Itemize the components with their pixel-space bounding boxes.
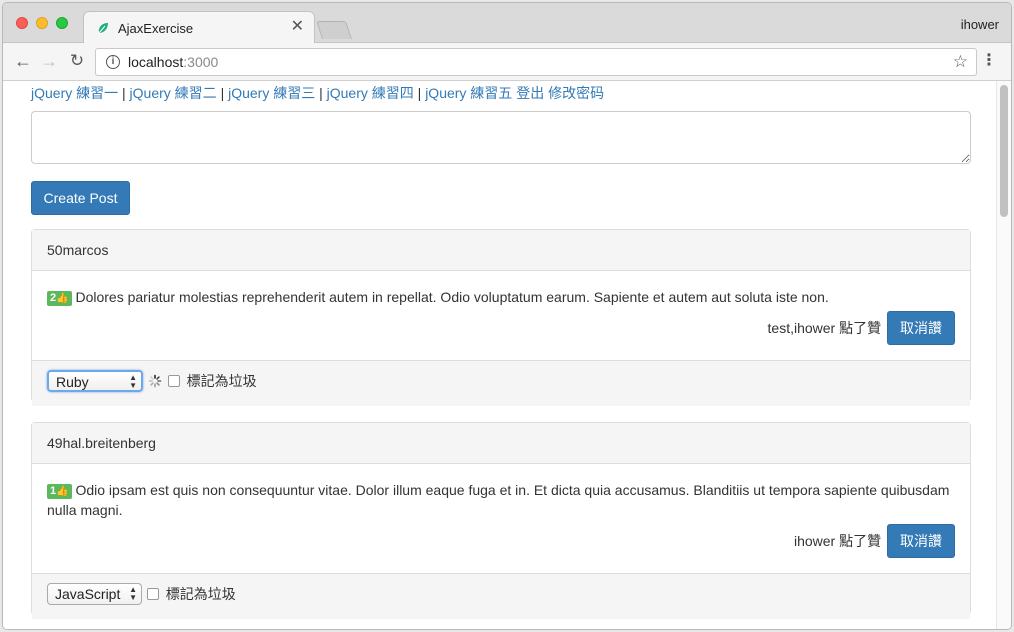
category-selected-value: Ruby (56, 374, 89, 390)
browser-tab[interactable]: AjaxExercise ✕ (83, 11, 315, 44)
new-tab-button[interactable] (316, 21, 352, 39)
post-content-input[interactable] (31, 111, 971, 164)
nav-separator: | (220, 85, 225, 101)
mark-spam-label[interactable]: 標記為垃圾 (187, 371, 257, 391)
scrollbar-thumb[interactable] (1000, 85, 1008, 217)
page-content: jQuery 練習一 | jQuery 練習二 | jQuery 練習三 | j… (3, 81, 997, 629)
nav-link-jquery-2[interactable]: jQuery 練習二 (130, 85, 217, 101)
thumbs-up-icon: 👍 (56, 486, 69, 497)
mark-spam-label[interactable]: 標記為垃圾 (166, 584, 236, 604)
nav-separator: | (319, 85, 323, 101)
page-scrollbar[interactable] (996, 81, 1011, 629)
change-password-link[interactable]: 修改密码 (548, 85, 604, 101)
post-author: 50marcos (32, 230, 970, 271)
post-panel: 49hal.breitenberg 1👍 Odio ipsam est quis… (31, 422, 971, 619)
browser-window: AjaxExercise ✕ ihower ← → ↻ i localhost:… (2, 2, 1012, 630)
url-host: localhost (128, 54, 184, 70)
tab-title: AjaxExercise (118, 21, 194, 36)
category-selected-value: JavaScript (55, 586, 121, 602)
post-text-line: 1👍 Odio ipsam est quis non consequuntur … (47, 480, 955, 520)
address-bar[interactable]: i localhost:3000 ☆ (95, 48, 977, 76)
logout-link[interactable]: 登出 (516, 85, 544, 101)
post-text-line: 2👍 Dolores pariatur molestias reprehende… (47, 287, 955, 307)
mark-spam-checkbox[interactable] (167, 375, 180, 387)
select-arrows-icon: ▲ ▼ (129, 585, 137, 602)
window-maximize-button[interactable] (56, 17, 68, 29)
tab-close-icon[interactable]: ✕ (291, 18, 304, 36)
liked-by-text: test,ihower 點了贊 (767, 320, 882, 336)
url-port: :3000 (183, 54, 219, 70)
post-text: Odio ipsam est quis non consequuntur vit… (47, 482, 950, 518)
create-post-button[interactable]: Create Post (31, 181, 130, 215)
nav-link-jquery-3[interactable]: jQuery 練習三 (228, 85, 315, 101)
nav-link-jquery-5[interactable]: jQuery 練習五 (425, 85, 512, 101)
category-select[interactable]: Ruby ▲ ▼ (47, 370, 143, 392)
mark-spam-checkbox[interactable] (146, 588, 159, 600)
loading-spinner-icon (148, 374, 162, 388)
post-body: 1👍 Odio ipsam est quis non consequuntur … (32, 464, 970, 573)
top-nav: jQuery 練習一 | jQuery 練習二 | jQuery 練習三 | j… (31, 83, 604, 103)
url-text[interactable]: localhost:3000 (128, 54, 218, 70)
menu-dots-icon[interactable]: ⋮ (981, 51, 997, 71)
reload-icon[interactable]: ↻ (67, 51, 87, 71)
nav-separator: | (417, 85, 422, 101)
unlike-button[interactable]: 取消讚 (887, 524, 955, 558)
like-count-badge: 2👍 (47, 291, 72, 306)
like-row: ihower 點了贊 取消讚 (47, 524, 955, 558)
post-footer: JavaScript ▲ ▼ 標記為垃圾 (32, 573, 970, 619)
star-icon[interactable]: ☆ (953, 52, 968, 72)
select-arrows-icon: ▲ ▼ (129, 373, 137, 390)
back-arrow-icon[interactable]: ← (13, 51, 33, 71)
browser-toolbar: ← → ↻ i localhost:3000 ☆ ⋮ (3, 43, 1011, 81)
liked-by-text: ihower 點了贊 (793, 533, 882, 549)
post-text: Dolores pariatur molestias reprehenderit… (75, 289, 829, 305)
nav-separator: | (122, 85, 126, 101)
window-close-button[interactable] (16, 17, 28, 29)
thumbs-up-icon: 👍 (56, 293, 69, 304)
post-body: 2👍 Dolores pariatur molestias reprehende… (32, 271, 970, 360)
category-select[interactable]: JavaScript ▲ ▼ (47, 583, 142, 605)
nav-link-jquery-1[interactable]: jQuery 練習一 (31, 85, 118, 101)
title-bar: AjaxExercise ✕ ihower (3, 3, 1011, 44)
profile-name[interactable]: ihower (961, 17, 999, 32)
post-panel: 50marcos 2👍 Dolores pariatur molestias r… (31, 229, 971, 406)
forward-arrow-icon[interactable]: → (39, 51, 59, 71)
post-footer: Ruby ▲ ▼ 標記為垃圾 (32, 360, 970, 406)
window-minimize-button[interactable] (36, 17, 48, 29)
like-row: test,ihower 點了贊 取消讚 (47, 311, 955, 345)
like-count-badge: 1👍 (47, 484, 72, 499)
post-author: 49hal.breitenberg (32, 423, 970, 464)
leaf-favicon-icon (98, 23, 108, 34)
info-icon[interactable]: i (106, 55, 120, 69)
unlike-button[interactable]: 取消讚 (887, 311, 955, 345)
nav-link-jquery-4[interactable]: jQuery 練習四 (327, 85, 414, 101)
